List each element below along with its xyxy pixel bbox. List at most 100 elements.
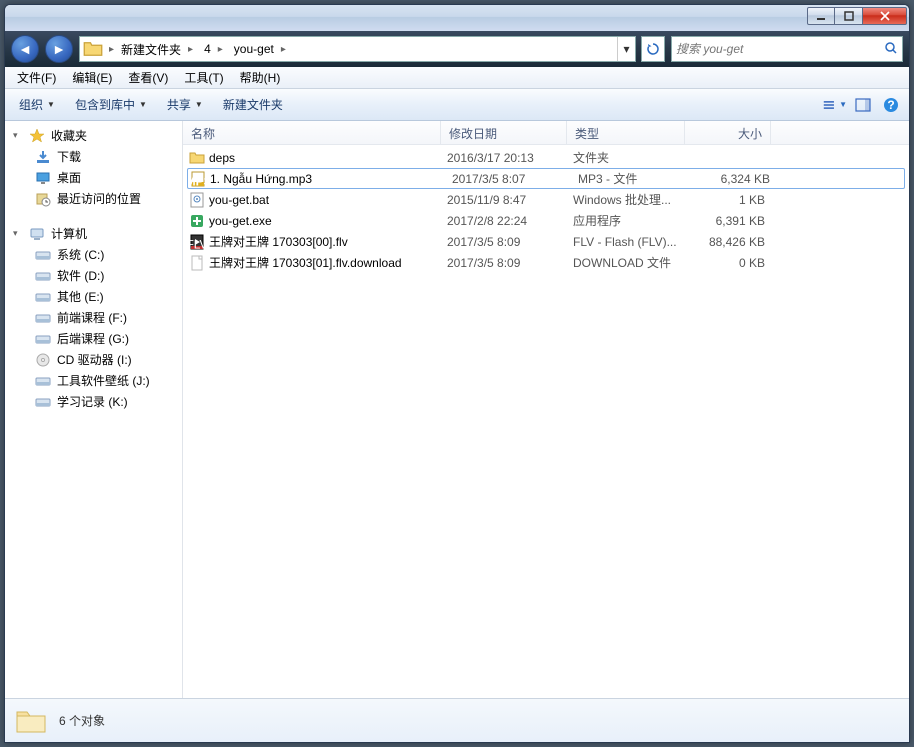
content-area: ▾ 收藏夹 下载桌面最近访问的位置 ▾ 计算机 系统 (C:)软件 (D:) 其他… (5, 121, 909, 698)
tree-label: 其他 (E:) (57, 288, 104, 305)
tree-item[interactable]: 软件 (D:) (5, 265, 182, 286)
file-date: 2017/3/5 8:09 (441, 235, 567, 249)
tree-label: 最近访问的位置 (57, 190, 141, 207)
file-row[interactable]: MP3 1. Ngẫu Hứng.mp3 2017/3/5 8:07MP3 - 文件… (187, 168, 905, 189)
menu-tools[interactable]: 工具(T) (176, 67, 231, 88)
tree-item[interactable]: 桌面 (5, 167, 182, 188)
file-list[interactable]: deps2016/3/17 20:13文件夹 MP3 1. Ngẫu Hứng.mp… (183, 145, 909, 698)
mp3-icon: MP3 (190, 171, 206, 187)
tree-item[interactable]: 学习记录 (K:) (5, 391, 182, 412)
tree-favorites[interactable]: ▾ 收藏夹 (5, 125, 182, 146)
tree-label: 收藏夹 (51, 127, 87, 144)
file-type: FLV - Flash (FLV)... (567, 235, 685, 249)
status-text: 6 个对象 (59, 712, 105, 729)
tree-computer[interactable]: ▾ 计算机 (5, 223, 182, 244)
search-icon[interactable] (884, 41, 898, 58)
help-button[interactable]: ? (879, 93, 903, 117)
breadcrumb-segment[interactable]: 新建文件夹▸ (117, 37, 200, 61)
recent-icon (35, 191, 51, 207)
file-name: deps (209, 151, 235, 165)
drive-icon (35, 331, 51, 347)
column-type[interactable]: 类型 (567, 121, 685, 144)
tree-label: 学习记录 (K:) (57, 393, 128, 410)
back-button[interactable]: ◄ (11, 35, 39, 63)
tree-item[interactable]: 工具软件壁纸 (J:) (5, 370, 182, 391)
tree-item[interactable]: 其他 (E:) (5, 286, 182, 307)
column-size[interactable]: 大小 (685, 121, 771, 144)
column-name[interactable]: 名称 (183, 121, 441, 144)
menu-help[interactable]: 帮助(H) (232, 67, 289, 88)
minimize-button[interactable] (807, 7, 835, 25)
breadcrumb-segment[interactable]: 4▸ (200, 37, 230, 61)
menu-edit[interactable]: 编辑(E) (64, 67, 120, 88)
file-type: MP3 - 文件 (572, 170, 690, 187)
column-date[interactable]: 修改日期 (441, 121, 567, 144)
address-bar[interactable]: ▸ 新建文件夹▸ 4▸ you-get▸ ▾ (79, 36, 636, 62)
chevron-down-icon: ▼ (195, 100, 203, 109)
file-size: 88,426 KB (685, 235, 771, 249)
maximize-button[interactable] (835, 7, 863, 25)
file-size: 0 KB (685, 256, 771, 270)
svg-text:FLV: FLV (189, 237, 205, 250)
tree-item[interactable]: 系统 (C:) (5, 244, 182, 265)
drive-icon (35, 247, 51, 263)
file-name: 1. Ngẫu Hứng.mp3 (210, 172, 312, 186)
tree-item[interactable]: 前端课程 (F:) (5, 307, 182, 328)
menu-view[interactable]: 查看(V) (120, 67, 176, 88)
file-name: 王牌对王牌 170303[01].flv.download (209, 254, 402, 271)
search-input[interactable] (676, 42, 884, 56)
drive-icon (35, 268, 51, 284)
chevron-down-icon: ▼ (47, 100, 55, 109)
chevron-down-icon: ▼ (139, 100, 147, 109)
collapse-icon[interactable]: ▾ (13, 130, 23, 141)
file-date: 2017/3/5 8:07 (446, 172, 572, 186)
file-list-pane: 名称 修改日期 类型 大小 deps2016/3/17 20:13文件夹 MP3 1… (183, 121, 909, 698)
menu-file[interactable]: 文件(F) (9, 67, 64, 88)
chevron-right-icon[interactable]: ▸ (106, 44, 117, 55)
file-row[interactable]: you-get.bat2015/11/9 8:47Windows 批处理...1… (183, 189, 909, 210)
close-button[interactable] (863, 7, 907, 25)
organize-button[interactable]: 组织▼ (11, 93, 63, 116)
download-icon (35, 149, 51, 165)
collapse-icon[interactable]: ▾ (13, 228, 23, 239)
view-button[interactable]: ▼ (823, 93, 847, 117)
refresh-button[interactable] (641, 36, 665, 62)
search-box[interactable] (671, 36, 903, 62)
folder-icon (189, 150, 205, 166)
tree-item[interactable]: 后端课程 (G:) (5, 328, 182, 349)
file-row[interactable]: FLV 王牌对王牌 170303[00].flv 2017/3/5 8:09FLV … (183, 231, 909, 252)
tree-item[interactable]: CD 驱动器 (I:) (5, 349, 182, 370)
file-date: 2017/3/5 8:09 (441, 256, 567, 270)
file-type: 文件夹 (567, 149, 685, 166)
file-name: 王牌对王牌 170303[00].flv (209, 233, 348, 250)
breadcrumb-segment[interactable]: you-get▸ (230, 37, 293, 61)
tree-item[interactable]: 下载 (5, 146, 182, 167)
file-row[interactable]: 王牌对王牌 170303[01].flv.download 2017/3/5 8:… (183, 252, 909, 273)
address-dropdown[interactable]: ▾ (617, 37, 635, 61)
desktop-icon (35, 170, 51, 186)
file-type: Windows 批处理... (567, 191, 685, 208)
folder-icon (83, 39, 103, 59)
include-button[interactable]: 包含到库中▼ (67, 93, 155, 116)
star-icon (29, 128, 45, 144)
preview-button[interactable] (851, 93, 875, 117)
tree-item[interactable]: 最近访问的位置 (5, 188, 182, 209)
tree-label: CD 驱动器 (I:) (57, 351, 132, 368)
file-row[interactable]: deps2016/3/17 20:13文件夹 (183, 147, 909, 168)
navigation-pane[interactable]: ▾ 收藏夹 下载桌面最近访问的位置 ▾ 计算机 系统 (C:)软件 (D:) 其他… (5, 121, 183, 698)
drive-icon (35, 289, 51, 305)
titlebar[interactable] (5, 5, 909, 31)
svg-text:?: ? (887, 98, 894, 112)
file-date: 2017/2/8 22:24 (441, 214, 567, 228)
tree-label: 下载 (57, 148, 81, 165)
tree-label: 计算机 (51, 225, 87, 242)
forward-button[interactable]: ► (45, 35, 73, 63)
newfolder-button[interactable]: 新建文件夹 (215, 93, 291, 116)
status-bar: 6 个对象 (5, 698, 909, 742)
share-button[interactable]: 共享▼ (159, 93, 211, 116)
chevron-right-icon: ▸ (278, 44, 289, 55)
tree-label: 工具软件壁纸 (J:) (57, 372, 150, 389)
command-bar: 组织▼ 包含到库中▼ 共享▼ 新建文件夹 ▼ ? (5, 89, 909, 121)
file-row[interactable]: you-get.exe2017/2/8 22:24应用程序6,391 KB (183, 210, 909, 231)
file-date: 2015/11/9 8:47 (441, 193, 567, 207)
